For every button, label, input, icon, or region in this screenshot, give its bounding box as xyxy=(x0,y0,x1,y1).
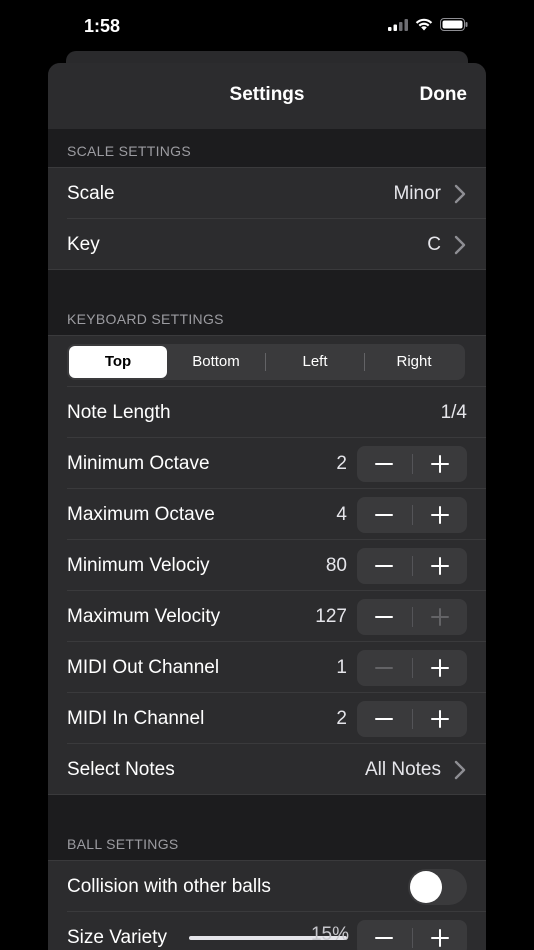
note-length-label: Note Length xyxy=(67,401,171,423)
select-notes-value: All Notes xyxy=(364,758,441,780)
increment-button[interactable] xyxy=(413,599,468,635)
section-header-keyboard: KEYBOARD SETTINGS xyxy=(48,270,486,336)
segment-top[interactable]: Top xyxy=(69,345,167,378)
select-notes-label: Select Notes xyxy=(67,758,175,780)
midi-in-channel-stepper xyxy=(357,700,468,737)
minimum-velociy-value: 80 xyxy=(325,554,347,576)
key-label: Key xyxy=(67,233,100,255)
status-bar: 1:58 xyxy=(48,0,486,52)
size-variety-value: 15% xyxy=(310,923,349,945)
plus-icon xyxy=(430,454,449,473)
minus-icon xyxy=(375,513,394,516)
collision-row: Collision with other balls xyxy=(48,861,486,912)
wifi-icon xyxy=(415,18,433,31)
section-header-scale: SCALE SETTINGS xyxy=(48,129,486,168)
decrement-button[interactable] xyxy=(357,650,412,686)
note-length-value: 1/4 xyxy=(440,401,467,423)
navigation-bar: Settings Done xyxy=(48,63,486,129)
size-variety-row: Size Variety 15% xyxy=(48,912,486,950)
minus-icon xyxy=(375,462,394,465)
minus-icon xyxy=(375,717,394,720)
segment-left[interactable]: Left xyxy=(266,346,364,378)
maximum-octave-stepper xyxy=(357,496,468,533)
midi-out-channel-value: 1 xyxy=(336,656,347,678)
collision-toggle[interactable] xyxy=(408,868,467,905)
size-variety-label: Size Variety xyxy=(67,926,167,948)
maximum-octave-label: Maximum Octave xyxy=(67,503,215,525)
increment-button[interactable] xyxy=(413,920,468,950)
maximum-octave-row: Maximum Octave 4 xyxy=(48,489,486,540)
minus-icon xyxy=(375,666,394,669)
midi-in-channel-value: 2 xyxy=(336,707,347,729)
plus-icon xyxy=(430,607,449,626)
minimum-octave-value: 2 xyxy=(336,452,347,474)
minimum-velociy-stepper xyxy=(357,547,468,584)
toggle-knob xyxy=(410,870,442,903)
minus-icon xyxy=(375,564,394,567)
phone-screen: 1:58 Settings Done SCALE SETTINGS Scale … xyxy=(48,0,486,950)
midi-in-channel-row: MIDI In Channel 2 xyxy=(48,693,486,744)
plus-icon xyxy=(430,505,449,524)
plus-icon xyxy=(430,928,449,947)
increment-button[interactable] xyxy=(413,701,468,737)
segment-bottom[interactable]: Bottom xyxy=(167,346,265,378)
midi-out-channel-label: MIDI Out Channel xyxy=(67,656,220,678)
minimum-velociy-label: Minimum Velociy xyxy=(67,554,210,576)
increment-button[interactable] xyxy=(413,446,468,482)
chevron-right-icon xyxy=(454,235,466,254)
midi-out-channel-row: MIDI Out Channel 1 xyxy=(48,642,486,693)
minimum-velociy-row: Minimum Velociy 80 xyxy=(48,540,486,591)
maximum-octave-value: 4 xyxy=(336,503,347,525)
key-row[interactable]: Key C xyxy=(48,219,486,270)
midi-out-channel-stepper xyxy=(357,649,468,686)
increment-button[interactable] xyxy=(413,497,468,533)
stepper-rows: Minimum Octave 2 Maximum Octave 4 Minimum Ve… xyxy=(48,438,486,744)
increment-button[interactable] xyxy=(413,548,468,584)
maximum-velocity-value: 127 xyxy=(315,605,347,627)
decrement-button[interactable] xyxy=(357,446,412,482)
midi-in-channel-label: MIDI In Channel xyxy=(67,707,205,729)
battery-icon xyxy=(440,18,468,31)
maximum-velocity-row: Maximum Velocity 127 xyxy=(48,591,486,642)
plus-icon xyxy=(430,556,449,575)
decrement-button[interactable] xyxy=(357,548,412,584)
maximum-velocity-stepper xyxy=(357,598,468,635)
plus-icon xyxy=(430,658,449,677)
select-notes-row[interactable]: Select Notes All Notes xyxy=(48,744,486,795)
minimum-octave-row: Minimum Octave 2 xyxy=(48,438,486,489)
key-value: C xyxy=(427,233,441,255)
decrement-button[interactable] xyxy=(357,920,412,950)
minus-icon xyxy=(375,936,394,939)
decrement-button[interactable] xyxy=(357,497,412,533)
settings-sheet: Settings Done SCALE SETTINGS Scale Minor… xyxy=(48,63,486,950)
chevron-right-icon xyxy=(454,760,466,779)
status-time: 1:58 xyxy=(84,16,121,36)
minimum-octave-label: Minimum Octave xyxy=(67,452,210,474)
scale-label: Scale xyxy=(67,182,115,204)
size-variety-slider[interactable]: 15% xyxy=(189,924,349,945)
collision-label: Collision with other balls xyxy=(67,875,271,897)
decrement-button[interactable] xyxy=(357,599,412,635)
done-button[interactable]: Done xyxy=(420,84,468,106)
section-header-ball: BALL SETTINGS xyxy=(48,795,486,861)
increment-button[interactable] xyxy=(413,650,468,686)
scale-row[interactable]: Scale Minor xyxy=(48,168,486,219)
minimum-octave-stepper xyxy=(357,445,468,482)
size-variety-stepper xyxy=(357,919,468,950)
segment-right[interactable]: Right xyxy=(365,346,463,378)
status-icons xyxy=(388,18,468,31)
minus-icon xyxy=(375,615,394,618)
keyboard-position-segmented-control[interactable]: Top Bottom Left Right xyxy=(67,343,465,380)
decrement-button[interactable] xyxy=(357,701,412,737)
maximum-velocity-label: Maximum Velocity xyxy=(67,605,221,627)
chevron-right-icon xyxy=(454,184,466,203)
keyboard-position-row: Top Bottom Left Right xyxy=(48,336,486,387)
note-length-row[interactable]: Note Length 1/4 xyxy=(48,387,486,438)
plus-icon xyxy=(430,709,449,728)
scale-value: Minor xyxy=(393,182,441,204)
cellular-signal-icon xyxy=(388,18,408,31)
